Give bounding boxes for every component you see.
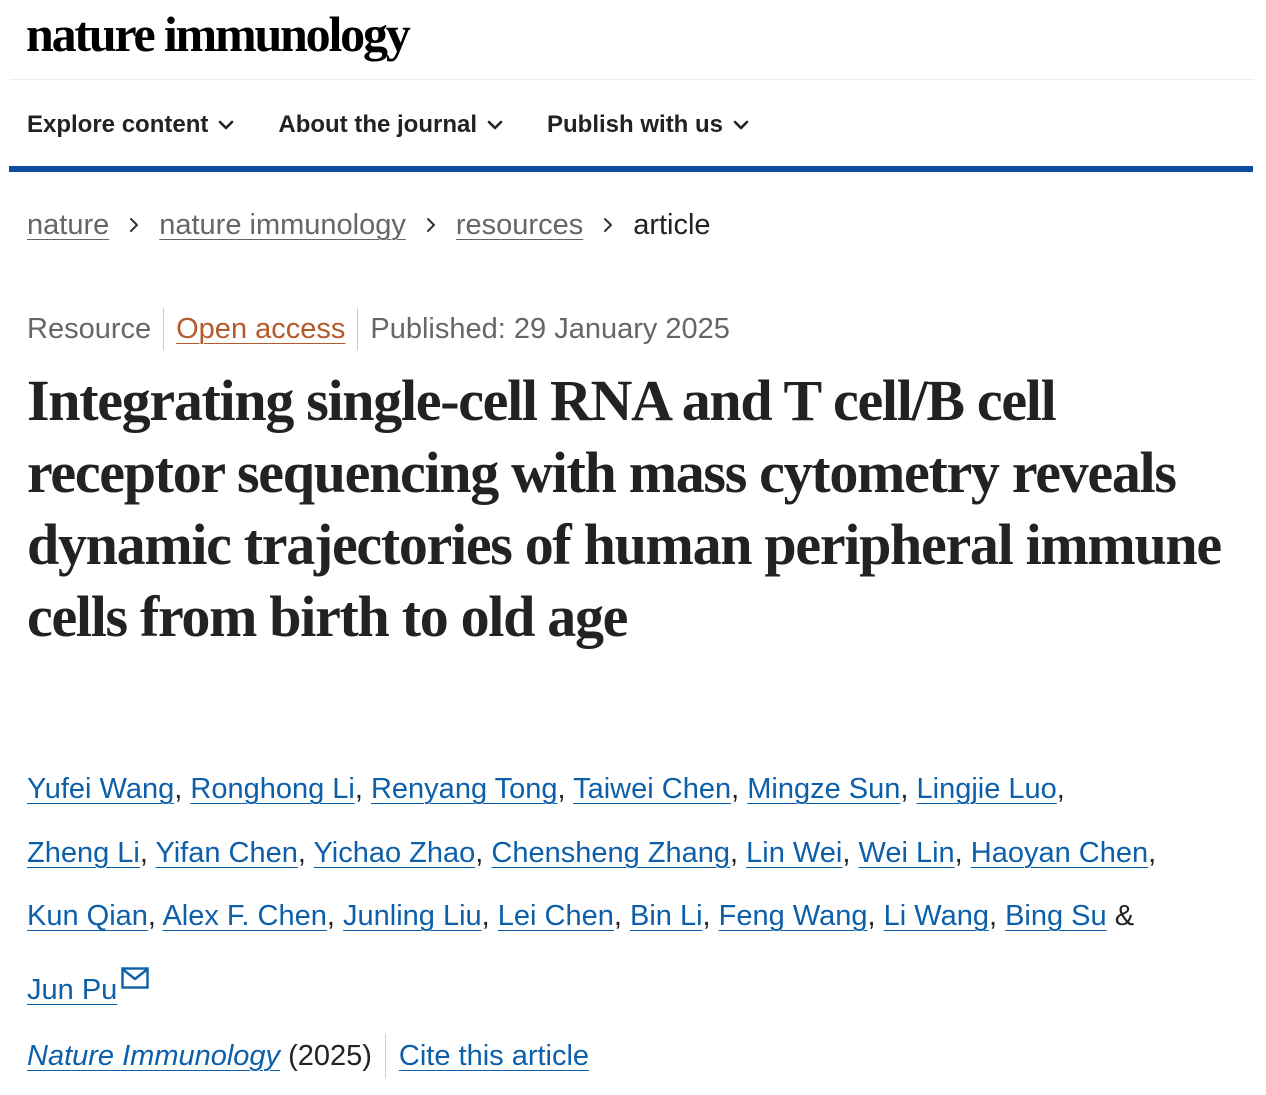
citation-line: Nature Immunology (2025) Cite this artic… <box>27 1034 589 1078</box>
author-separator: , <box>174 773 183 805</box>
author-link[interactable]: Li Wang <box>884 900 989 932</box>
author-separator: , <box>900 773 909 805</box>
author-separator: , <box>1056 773 1065 805</box>
header-divider <box>10 79 1254 80</box>
author-separator: , <box>481 900 490 932</box>
article-meta: Resource Open access Published: 29 Janua… <box>27 308 730 350</box>
breadcrumb-link-nature[interactable]: nature <box>27 209 109 242</box>
article-type: Resource <box>27 312 152 345</box>
nav-publish-with-us[interactable]: Publish with us <box>547 111 749 139</box>
breadcrumb-link-nature-immunology[interactable]: nature immunology <box>159 209 406 242</box>
cite-this-article-link[interactable]: Cite this article <box>399 1040 589 1073</box>
author-link[interactable]: Jun Pu <box>27 974 117 1006</box>
chevron-right-icon <box>129 212 139 240</box>
author-separator: , <box>147 900 156 932</box>
author-link[interactable]: Wei Lin <box>858 837 954 869</box>
author-separator: , <box>557 773 566 805</box>
nav-explore-content[interactable]: Explore content <box>27 111 234 139</box>
citation-divider <box>384 1034 386 1078</box>
author-link[interactable]: Lei Chen <box>498 900 614 932</box>
author-separator: , <box>842 836 851 869</box>
author-link[interactable]: Yichao Zhao <box>314 837 476 869</box>
author-link[interactable]: Haoyan Chen <box>971 837 1148 869</box>
author-separator: , <box>702 900 711 932</box>
chevron-right-icon <box>603 212 613 240</box>
chevron-down-icon <box>733 120 749 130</box>
author-link[interactable]: Renyang Tong <box>371 773 558 805</box>
author-link[interactable]: Zheng Li <box>27 837 140 869</box>
author-separator: , <box>613 900 622 932</box>
author-link[interactable]: Mingze Sun <box>747 773 900 805</box>
author-separator: , <box>988 900 998 932</box>
chevron-down-icon <box>219 120 234 130</box>
open-access-link[interactable]: Open access <box>176 313 345 346</box>
nav-about-the-journal[interactable]: About the journal <box>278 111 503 139</box>
author-link[interactable]: Junling Liu <box>343 900 482 932</box>
nav-item-label: About the journal <box>278 111 478 138</box>
author-separator: , <box>475 836 484 869</box>
breadcrumb: nature nature immunology resources artic… <box>27 209 711 242</box>
chevron-down-icon <box>487 120 503 130</box>
author-separator: , <box>1148 836 1157 869</box>
author-link[interactable]: Kun Qian <box>27 900 148 932</box>
nav-item-label: Publish with us <box>547 111 724 138</box>
author-link[interactable]: Alex F. Chen <box>162 900 326 932</box>
author-link[interactable]: Bing Su <box>1005 900 1107 932</box>
author-separator: , <box>354 773 363 805</box>
meta-divider <box>357 308 359 350</box>
breadcrumb-link-resources[interactable]: resources <box>456 209 583 242</box>
author-link[interactable]: Lin Wei <box>746 837 842 869</box>
author-link[interactable]: Yifan Chen <box>155 837 297 869</box>
author-separator: , <box>730 836 739 869</box>
author-last-separator: & <box>1114 900 1135 932</box>
journal-link[interactable]: Nature Immunology <box>27 1040 280 1073</box>
mail-icon[interactable] <box>121 949 149 1013</box>
journal-logo[interactable]: nature immunology <box>26 4 411 64</box>
author-link[interactable]: Ronghong Li <box>190 773 354 805</box>
author-separator: , <box>954 836 963 869</box>
author-link[interactable]: Feng Wang <box>719 900 868 932</box>
author-separator: , <box>731 773 740 805</box>
nav-item-label: Explore content <box>27 111 209 138</box>
author-link[interactable]: Yufei Wang <box>27 773 174 805</box>
publication-year: (2025) <box>288 1039 372 1072</box>
main-nav: Explore content About the journal Publis… <box>27 104 793 146</box>
author-list: Yufei Wang, Ronghong Li, Renyang Tong, T… <box>27 758 1247 1022</box>
author-link[interactable]: Bin Li <box>630 900 703 932</box>
author-link[interactable]: Taiwei Chen <box>573 773 731 805</box>
nav-accent-bar <box>9 166 1253 172</box>
author-link[interactable]: Lingjie Luo <box>917 773 1057 805</box>
article-title: Integrating single-cell RNA and T cell/B… <box>27 368 1222 649</box>
author-separator: , <box>139 836 148 869</box>
breadcrumb-current: article <box>633 209 711 241</box>
chevron-right-icon <box>426 212 436 240</box>
author-separator: , <box>297 836 306 869</box>
author-separator: , <box>867 900 876 932</box>
meta-divider <box>163 308 165 350</box>
author-separator: , <box>326 900 335 932</box>
published-date: Published: 29 January 2025 <box>370 312 730 345</box>
author-link[interactable]: Chensheng Zhang <box>491 837 730 869</box>
